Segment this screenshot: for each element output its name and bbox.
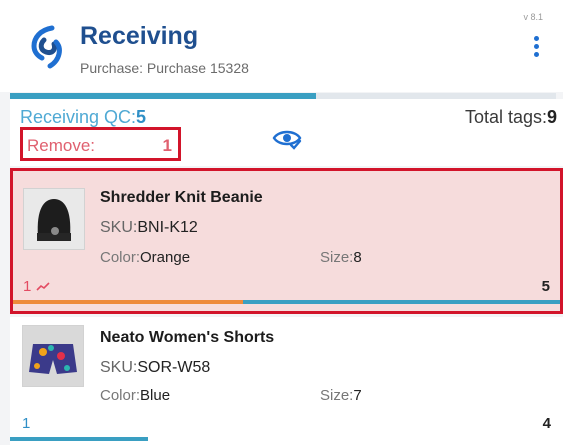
item-sku: SKU:BNI-K12 [100,219,198,237]
item-count-expected: 5 [541,278,550,295]
remove-label: Remove: [27,136,96,155]
item-thumbnail [23,188,85,250]
item-name: Neato Women's Shorts [100,329,275,346]
item-progress-blue [10,437,148,441]
receiving-qc-stat: Receiving QC:5 [20,107,146,128]
app-logo-icon [31,25,62,69]
item-sku-label: SKU: [100,219,138,236]
list-item[interactable]: Shredder Knit Beanie SKU:BNI-K12 Color:O… [10,168,563,314]
app-header: Receiving Purchase: Purchase 15328 v 8.1 [0,0,563,92]
item-color: Color:Orange [100,249,190,266]
remove-stat[interactable]: Remove: 1 [20,127,181,161]
item-color-label: Color: [100,249,141,266]
item-size: Size:7 [320,387,362,404]
item-thumbnail [22,325,84,387]
total-tags-stat: Total tags:9 [465,107,557,128]
shorts-image-icon [23,326,83,386]
item-count-received-value: 1 [23,278,32,295]
item-size: Size:8 [320,249,362,266]
item-name: Shredder Knit Beanie [100,189,263,206]
total-tags-value: 9 [546,107,557,127]
item-size-value: 7 [353,387,362,404]
item-progress-orange [13,300,243,304]
remove-count: 1 [162,136,172,155]
item-size-value: 8 [353,249,362,266]
version-label: v 8.1 [523,12,543,22]
item-count-expected: 4 [542,415,551,432]
purchase-subtitle: Purchase: Purchase 15328 [80,60,249,76]
item-count-received: 1 [23,278,50,295]
item-color: Color:Blue [100,387,170,404]
item-color-label: Color: [100,387,141,404]
item-progress-blue [243,300,560,304]
receiving-qc-value: 5 [136,107,147,127]
item-sku: SKU:SOR-W58 [100,359,210,377]
beanie-image-icon [24,189,84,249]
item-sku-value: SOR-W58 [137,359,211,376]
item-count-received: 1 [22,415,31,432]
item-color-value: Orange [140,249,191,266]
list-item[interactable]: Neato Women's Shorts SKU:SOR-W58 Color:B… [10,317,563,445]
item-color-value: Blue [140,387,171,404]
eye-check-icon[interactable] [272,126,302,150]
item-size-label: Size: [320,249,354,266]
item-sku-label: SKU: [100,359,138,376]
item-sku-value: BNI-K12 [137,219,198,236]
kebab-menu-icon[interactable] [532,36,540,62]
total-tags-label: Total tags: [464,107,547,127]
page-title: Receiving [80,22,199,50]
item-size-label: Size: [320,387,354,404]
trend-up-icon [35,282,50,291]
receiving-qc-label: Receiving QC: [20,107,137,127]
